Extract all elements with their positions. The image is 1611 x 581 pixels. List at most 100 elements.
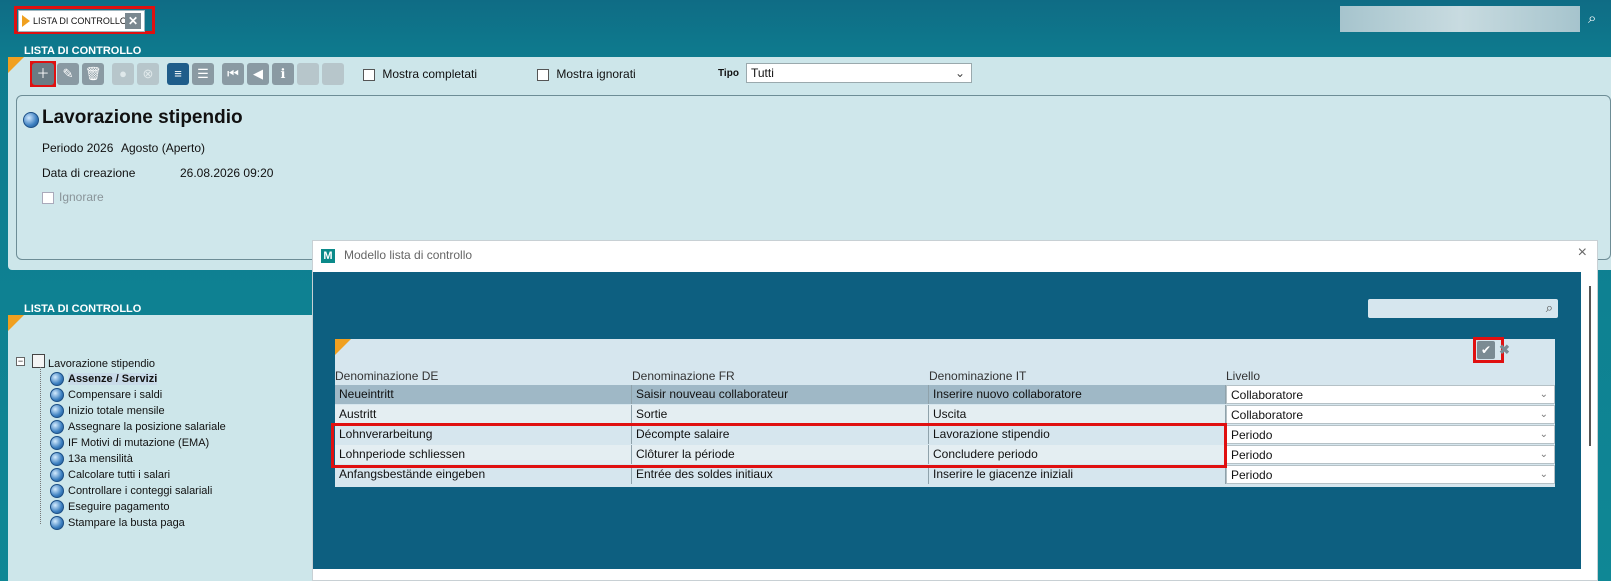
delete-button[interactable]: 🗑	[82, 63, 104, 85]
tab-label: LISTA DI CONTROLLO	[33, 16, 127, 26]
align-left-icon[interactable]: ≡	[167, 63, 189, 85]
collapse-icon[interactable]: −	[16, 357, 25, 366]
dialog-title: Modello lista di controllo	[344, 248, 473, 262]
tree-item[interactable]: Assegnare la posizione salariale	[50, 419, 226, 435]
show-ignored-checkbox[interactable]	[537, 68, 549, 81]
cell-de: Neueintritt	[335, 385, 632, 404]
show-ignored-label: Mostra ignorati	[556, 67, 636, 81]
tree-list: Assenze / Servizi Compensare i saldi Ini…	[50, 371, 226, 531]
rows-highlight	[331, 423, 1227, 468]
dialog-search-input[interactable]: ⌕	[1368, 299, 1558, 318]
tree-section-title: LISTA DI CONTROLLO	[24, 303, 142, 315]
status-globe-icon	[23, 112, 39, 128]
ignore-label: Ignorare	[59, 190, 104, 204]
globe-icon	[50, 388, 64, 403]
panel-corner-marker	[8, 57, 24, 73]
dialog-close-icon[interactable]: ×	[1578, 244, 1587, 262]
tree-item[interactable]: Compensare i saldi	[50, 387, 226, 403]
tab-checklist[interactable]: LISTA DI CONTROLLO ✕	[18, 10, 145, 32]
tree-item-label: Stampare la busta paga	[68, 517, 185, 529]
column-header-fr[interactable]: Denominazione FR	[632, 369, 735, 383]
level-value: Collaboratore	[1231, 408, 1304, 422]
table-row[interactable]: Austritt Sortie Uscita Collaboratore ⌄	[335, 405, 1555, 424]
ignore-checkbox[interactable]	[42, 192, 54, 204]
first-page-icon[interactable]: ⏮	[222, 63, 244, 85]
level-select[interactable]: Periodo ⌄	[1226, 445, 1555, 464]
section-title: LISTA DI CONTROLLO	[24, 45, 142, 57]
tree-item-label: Eseguire pagamento	[68, 501, 170, 513]
tree-item-label: Controllare i conteggi salariali	[68, 485, 213, 497]
period-label: Periodo 2026	[42, 141, 114, 155]
cancel-x-icon[interactable]: ✖	[1499, 341, 1512, 359]
level-value: Periodo	[1231, 468, 1273, 482]
tree-item[interactable]: Inizio totale mensile	[50, 403, 226, 419]
chevron-down-icon: ⌄	[1539, 469, 1548, 480]
chevron-down-icon: ⌄	[1539, 449, 1548, 460]
tree-item-label: Calcolare tutti i salari	[68, 469, 171, 481]
globe-icon	[50, 372, 64, 387]
cell-it: Inserire nuovo collaboratore	[929, 385, 1226, 404]
add-button[interactable]: ＋	[32, 63, 54, 85]
level-value: Periodo	[1231, 428, 1273, 442]
type-select[interactable]: Tutti ⌄	[746, 63, 972, 83]
cell-fr: Saisir nouveau collaborateur	[632, 385, 929, 404]
tree-item-label: Compensare i saldi	[68, 389, 163, 401]
dialog-scrollbar[interactable]	[1589, 286, 1591, 446]
list-view-icon[interactable]: ☰	[192, 63, 214, 85]
global-search-input[interactable]	[1340, 6, 1580, 32]
show-ignored-toggle[interactable]: Mostra ignorati	[537, 67, 636, 81]
table-row[interactable]: Neueintritt Saisir nouveau collaborateur…	[335, 385, 1555, 404]
tree-item[interactable]: 13a mensilità	[50, 451, 226, 467]
show-completed-toggle[interactable]: Mostra completati	[363, 67, 477, 81]
type-select-value: Tutti	[751, 66, 774, 80]
level-select[interactable]: Periodo ⌄	[1226, 465, 1555, 484]
tree-item[interactable]: IF Motivi di mutazione (EMA)	[50, 435, 226, 451]
tree-root[interactable]: Lavorazione stipendio	[48, 356, 155, 372]
tree-corner-marker	[8, 315, 24, 331]
created-value: 26.08.2026 09:20	[180, 166, 274, 180]
template-grid: ✔ ✖ Denominazione DE Denominazione FR De…	[331, 337, 1555, 487]
tree-item[interactable]: Stampare la busta paga	[50, 515, 226, 531]
level-value: Collaboratore	[1231, 388, 1304, 402]
period-value: Agosto (Aperto)	[121, 141, 206, 155]
chevron-down-icon: ⌄	[954, 66, 965, 80]
next-icon[interactable]	[297, 63, 319, 85]
tree-item[interactable]: Assenze / Servizi	[50, 371, 226, 387]
last-page-icon[interactable]	[322, 63, 344, 85]
tree-item-label: Assenze / Servizi	[68, 373, 158, 385]
confirm-check-icon[interactable]: ✔	[1477, 341, 1495, 359]
edit-button[interactable]: ✎	[57, 63, 79, 85]
tree-connector	[40, 367, 41, 524]
grid-corner-marker	[335, 339, 351, 355]
level-select[interactable]: Collaboratore ⌄	[1226, 405, 1555, 424]
info-icon[interactable]: ℹ	[272, 63, 294, 85]
globe-icon	[50, 436, 64, 451]
tree-item[interactable]: Controllare i conteggi salariali	[50, 483, 226, 499]
column-header-de[interactable]: Denominazione DE	[335, 369, 438, 383]
level-value: Periodo	[1231, 448, 1273, 462]
globe-icon	[50, 516, 64, 531]
globe-icon	[50, 404, 64, 419]
tree-item[interactable]: Eseguire pagamento	[50, 499, 226, 515]
chevron-down-icon: ⌄	[1539, 429, 1548, 440]
cancel-button[interactable]: ⊗	[137, 63, 159, 85]
cell-fr: Sortie	[632, 405, 929, 424]
column-header-level[interactable]: Livello	[1226, 369, 1260, 383]
level-select[interactable]: Collaboratore ⌄	[1226, 385, 1555, 404]
chevron-down-icon: ⌄	[1539, 389, 1548, 400]
tree-item-label: 13a mensilità	[68, 453, 133, 465]
cell-it: Uscita	[929, 405, 1226, 424]
tree-item-label: Inizio totale mensile	[68, 405, 165, 417]
close-icon[interactable]: ✕	[125, 13, 141, 29]
level-select[interactable]: Periodo ⌄	[1226, 425, 1555, 444]
complete-button[interactable]: ●	[112, 63, 134, 85]
checklist-template-dialog: M Modello lista di controllo × ⌕ ✔ ✖ Den…	[312, 240, 1598, 581]
app-logo-icon: M	[321, 249, 335, 263]
previous-icon[interactable]: ◀	[247, 63, 269, 85]
show-completed-checkbox[interactable]	[363, 68, 375, 81]
tree-item[interactable]: Calcolare tutti i salari	[50, 467, 226, 483]
search-icon[interactable]: ⌕	[1588, 10, 1596, 27]
search-icon[interactable]: ⌕	[1546, 300, 1553, 316]
type-label: Tipo	[718, 68, 739, 79]
column-header-it[interactable]: Denominazione IT	[929, 369, 1026, 383]
